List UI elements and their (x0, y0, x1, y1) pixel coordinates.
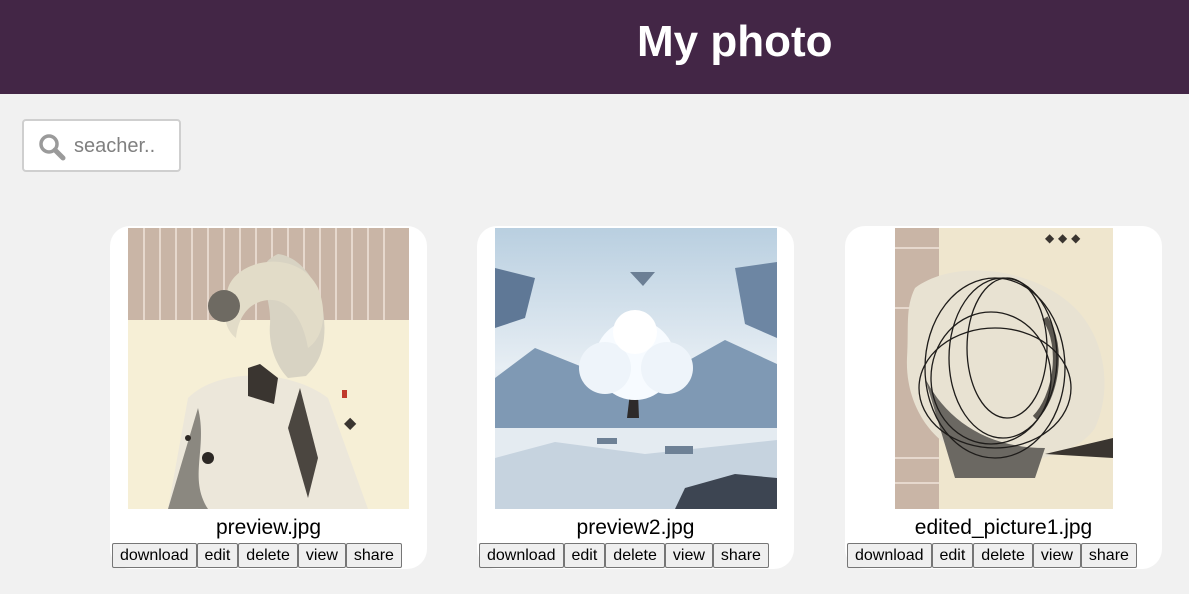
delete-button[interactable]: delete (973, 543, 1033, 568)
share-button[interactable]: share (712, 543, 769, 568)
download-button[interactable]: download (479, 543, 564, 568)
edit-button[interactable]: edit (196, 543, 239, 568)
photo-actions: download edit delete view share (479, 543, 769, 568)
app-header: My photo (0, 0, 1189, 94)
delete-button[interactable]: delete (605, 543, 665, 568)
photo-filename: preview2.jpg (576, 516, 695, 539)
delete-button[interactable]: delete (238, 543, 298, 568)
edit-button[interactable]: edit (563, 543, 606, 568)
photo-thumbnail[interactable]: ◆ ◆ ◆ (895, 228, 1113, 509)
photo-filename: edited_picture1.jpg (914, 516, 1093, 539)
view-button[interactable]: view (297, 543, 346, 568)
share-button[interactable]: share (345, 543, 402, 568)
photo-card: ◆ preview.jpg download edit delete view … (110, 226, 427, 569)
page-title: My photo (637, 17, 833, 66)
photo-card: ◆ ◆ ◆ edited_picture1.jpg download edit … (845, 226, 1162, 569)
view-button[interactable]: view (664, 543, 713, 568)
photo-thumbnail[interactable] (495, 228, 777, 509)
photo-actions: download edit delete view share (112, 543, 402, 568)
search-box[interactable] (22, 119, 181, 172)
share-button[interactable]: share (1080, 543, 1137, 568)
photo-filename: preview.jpg (215, 516, 322, 539)
photo-thumbnail[interactable]: ◆ (128, 228, 409, 509)
view-button[interactable]: view (1032, 543, 1081, 568)
download-button[interactable]: download (112, 543, 197, 568)
seal-text: ◆ (344, 413, 357, 432)
search-icon (39, 134, 66, 161)
download-button[interactable]: download (847, 543, 932, 568)
photo-card: preview2.jpg download edit delete view s… (477, 226, 794, 569)
search-input[interactable] (74, 131, 174, 161)
photo-actions: download edit delete view share (847, 543, 1137, 568)
edit-button[interactable]: edit (931, 543, 974, 568)
seal-text: ◆ ◆ ◆ (1045, 231, 1081, 245)
